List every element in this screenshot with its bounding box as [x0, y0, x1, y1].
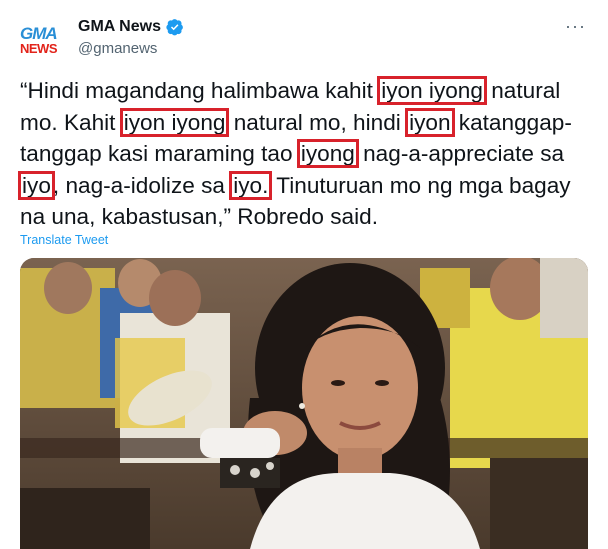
tweet-text-line: na una, kabastusan,” Robredo said. [20, 201, 600, 233]
tweet-photo[interactable] [20, 258, 588, 549]
highlighted-word: iyo [18, 170, 55, 200]
handle[interactable]: @gmanews [78, 40, 157, 57]
tweet-text: “Hindi magandang halimbawa kahit iyon iy… [18, 75, 600, 233]
tweet-text-segment: , nag-a-idolize sa [52, 172, 232, 198]
gma-news-avatar[interactable]: GMA NEWS [20, 20, 68, 60]
tweet-text-segment: na una, kabastusan,” Robredo said. [20, 204, 378, 229]
tweet-text-segment: Tinuturuan mo ng mga bagay [270, 172, 571, 198]
name-row: GMA News [78, 18, 184, 36]
display-name[interactable]: GMA News [78, 18, 161, 36]
highlighted-word: iyong [296, 139, 359, 168]
photo-illustration [20, 258, 588, 549]
tweet-text-segment: nag-a-appreciate sa [356, 141, 565, 166]
avatar-logo-bottom: NEWS [20, 40, 58, 56]
verified-badge-icon [166, 19, 183, 36]
highlighted-word: iyon iyong [119, 107, 230, 137]
tweet-text-line: mo. Kahit iyon iyong natural mo, hindi i… [20, 107, 600, 139]
tweet-text-line: tanggap kasi maraming tao iyong nag-a-ap… [20, 138, 600, 170]
tweet-text-segment: tanggap kasi maraming tao [20, 141, 299, 166]
tweet-text-segment: natural [484, 78, 561, 103]
tweet-text-segment: “Hindi magandang halimbawa kahit [20, 78, 380, 103]
avatar-logo-top: GMA [20, 23, 58, 43]
tweet-text-segment: katanggap- [452, 109, 572, 135]
tweet-card: GMA NEWS GMA News @gmanews ··· “Hindi ma… [0, 0, 608, 549]
more-options-icon[interactable]: ··· [565, 16, 586, 37]
highlighted-word: iyo. [229, 170, 273, 200]
tweet-text-line: “Hindi magandang halimbawa kahit iyon iy… [20, 75, 600, 107]
tweet-text-line: iyo, nag-a-idolize sa iyo. Tinuturuan mo… [18, 170, 600, 202]
translate-tweet-link[interactable]: Translate Tweet [20, 233, 108, 247]
tweet-text-segment: mo. Kahit [20, 109, 122, 135]
highlighted-word: iyon [405, 107, 455, 137]
highlighted-word: iyon iyong [377, 76, 487, 105]
tweet-text-segment: natural mo, hindi [227, 109, 408, 135]
